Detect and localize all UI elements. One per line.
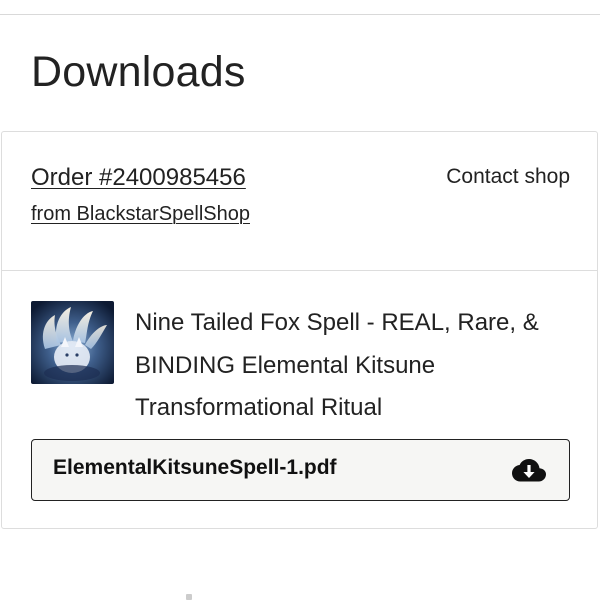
kitsune-fox-thumbnail-image xyxy=(31,301,114,384)
download-file-button[interactable]: ElementalKitsuneSpell-1.pdf xyxy=(31,439,570,501)
shop-link[interactable]: from BlackstarSpellShop xyxy=(31,203,250,226)
cloud-download-icon xyxy=(512,459,546,482)
item-thumbnail[interactable] xyxy=(31,301,114,384)
top-divider xyxy=(0,14,600,15)
downloads-page: Downloads Order #2400985456 from Blackst… xyxy=(0,0,600,600)
download-file-name: ElementalKitsuneSpell-1.pdf xyxy=(53,456,337,479)
contact-shop-link[interactable]: Contact shop xyxy=(446,165,570,189)
order-card: Order #2400985456 from BlackstarSpellSho… xyxy=(1,131,598,529)
page-title: Downloads xyxy=(31,48,246,96)
partial-element-mark xyxy=(186,594,192,600)
order-number-link[interactable]: Order #2400985456 xyxy=(31,164,246,192)
order-card-header: Order #2400985456 from BlackstarSpellSho… xyxy=(2,132,597,271)
item-title[interactable]: Nine Tailed Fox Spell - REAL, Rare, & BI… xyxy=(135,302,575,430)
